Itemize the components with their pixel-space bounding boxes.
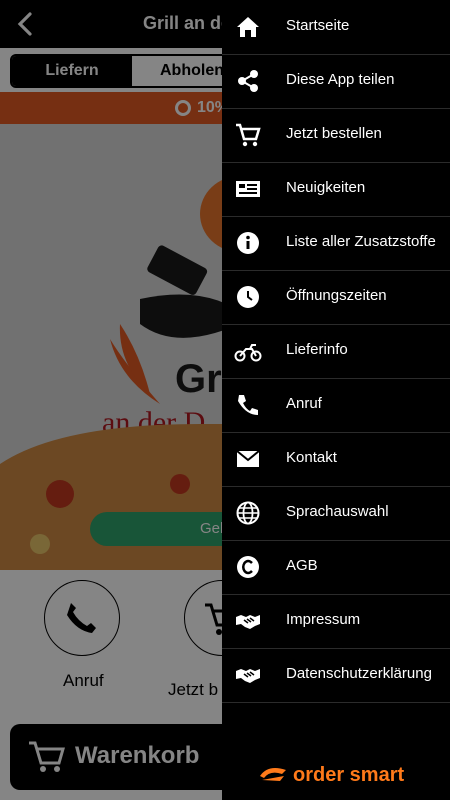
home-icon [237, 17, 259, 37]
menu-label: Anruf [286, 395, 322, 412]
menu-label: Impressum [286, 611, 361, 628]
motorbike-icon [234, 344, 262, 362]
menu-label: Jetzt bestellen [286, 125, 382, 142]
menu-label: Neuigkeiten [286, 179, 366, 196]
handshake-icon [236, 669, 260, 683]
menu-item-opening-hours[interactable]: Öffnungszeiten [222, 270, 450, 325]
order-smart-icon [260, 768, 286, 781]
navigation-drawer: Startseite Diese App teilen Jetzt bestel… [222, 0, 450, 800]
cart-icon [236, 123, 261, 147]
menu-label: Datenschutzerklärung [286, 665, 432, 682]
menu-item-order-now[interactable]: Jetzt bestellen [222, 108, 450, 163]
clock-icon [237, 286, 259, 308]
mail-icon [236, 450, 260, 467]
menu-label: Startseite [286, 17, 350, 34]
menu-item-news[interactable]: Neuigkeiten [222, 162, 450, 217]
copyright-icon [237, 556, 259, 578]
menu-item-additives[interactable]: Liste aller Zusatzstoffe [222, 216, 450, 271]
phone-icon [238, 395, 258, 415]
menu-item-call[interactable]: Anruf [222, 378, 450, 433]
share-icon [238, 70, 258, 92]
menu-label: Sprachauswahl [286, 503, 389, 520]
menu-label: Kontakt [286, 449, 337, 466]
order-smart-logo: order smart [258, 760, 408, 788]
menu-item-language[interactable]: Sprachauswahl [222, 486, 450, 541]
globe-icon [236, 501, 260, 525]
menu-label: Diese App teilen [286, 71, 395, 88]
menu-item-agb[interactable]: AGB [222, 540, 450, 595]
menu-item-imprint[interactable]: Impressum [222, 594, 450, 649]
menu-label: Öffnungszeiten [286, 287, 387, 304]
menu-item-share-app[interactable]: Diese App teilen [222, 54, 450, 109]
menu-label: Lieferinfo [286, 341, 348, 358]
news-icon [236, 181, 260, 197]
info-icon [237, 232, 259, 254]
menu-item-startseite[interactable]: Startseite [222, 0, 450, 55]
menu-item-privacy[interactable]: Datenschutzerklärung [222, 648, 450, 703]
brand-name: order smart [293, 764, 405, 786]
handshake-icon [236, 615, 260, 629]
menu-label: AGB [286, 557, 318, 574]
menu-item-contact[interactable]: Kontakt [222, 432, 450, 487]
menu-label: Liste aller Zusatzstoffe [286, 233, 436, 250]
menu-item-delivery-info[interactable]: Lieferinfo [222, 324, 450, 379]
